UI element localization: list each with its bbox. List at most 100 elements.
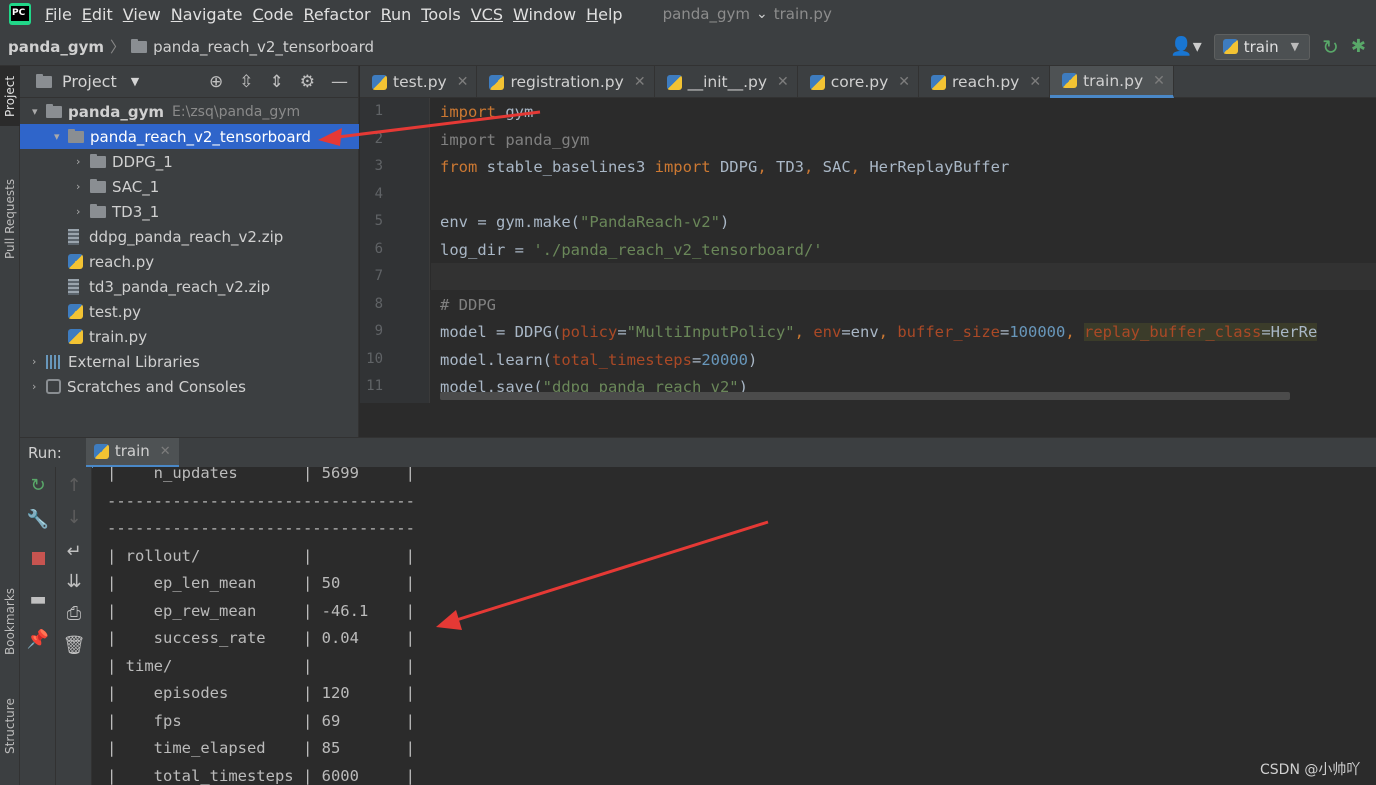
run-configuration-select[interactable]: train ▼: [1213, 33, 1311, 60]
chevron-down-icon[interactable]: ▾: [54, 130, 68, 143]
editor-tab-reach-py[interactable]: reach.py ✕: [919, 66, 1051, 98]
close-icon[interactable]: ✕: [634, 74, 646, 90]
run-console-output[interactable]: | n_updates | 5699 | --------------------…: [93, 467, 1376, 785]
current-line-highlight: [431, 263, 1376, 290]
project-panel-header: Project ▼ ⊕ ⇳ ⇕ ⚙ —: [20, 66, 358, 98]
tree-item-scratches-and-consoles[interactable]: › Scratches and Consoles: [20, 374, 359, 399]
expand-all-icon[interactable]: ⇳: [239, 72, 253, 92]
rerun-icon[interactable]: ↻: [20, 475, 56, 496]
console-line: | ep_rew_mean | -46.1 |: [107, 601, 415, 620]
rerun-icon[interactable]: ↻: [1322, 35, 1339, 59]
chevron-right-icon[interactable]: ›: [76, 180, 90, 193]
navbar-actions: 👤▾ train ▼ ↻ ✱: [1170, 33, 1366, 60]
menu-item-refactor[interactable]: Refactor: [303, 5, 370, 24]
code-line: model = DDPG(policy="MultiInputPolicy", …: [440, 323, 1318, 341]
hide-panel-icon[interactable]: —: [331, 72, 348, 92]
tree-item-panda-reach-v2-tensorboard[interactable]: ▾ panda_reach_v2_tensorboard: [20, 124, 359, 149]
close-icon[interactable]: ✕: [898, 74, 910, 90]
editor-tab-test-py[interactable]: test.py ✕: [360, 66, 478, 98]
tree-item-panda-gym[interactable]: ▾ panda_gym E:\zsq\panda_gym: [20, 99, 359, 124]
tree-item-train-py[interactable]: train.py: [20, 324, 359, 349]
line-number: 1: [374, 103, 383, 119]
scroll-to-end-icon[interactable]: ⇊: [56, 571, 92, 592]
editor-tab-registration-py[interactable]: registration.py ✕: [477, 66, 655, 98]
code-line: env = gym.make("PandaReach-v2"): [440, 213, 730, 231]
pycharm-logo-icon: [9, 3, 31, 25]
tree-item-external-libraries[interactable]: › External Libraries: [20, 349, 359, 374]
trash-icon[interactable]: 🗑: [56, 635, 92, 656]
code-line: # DDPG: [440, 295, 496, 314]
menu-item-help[interactable]: Help: [586, 5, 622, 24]
window-title-file: train.py: [773, 5, 832, 23]
project-panel-title[interactable]: Project: [62, 72, 117, 91]
user-icon[interactable]: 👤▾: [1170, 36, 1201, 57]
pin-icon[interactable]: 📌: [20, 629, 56, 650]
tree-item-reach-py[interactable]: reach.py: [20, 249, 359, 274]
menu-item-run[interactable]: Run: [381, 5, 412, 24]
chevron-right-icon[interactable]: ›: [32, 355, 46, 368]
tree-item-ddpg-panda-reach-v2-zip[interactable]: ddpg_panda_reach_v2.zip: [20, 224, 359, 249]
menu-item-vcs[interactable]: VCS: [471, 5, 503, 24]
menu-item-file[interactable]: File: [45, 5, 72, 24]
console-line: | ep_len_mean | 50 |: [107, 574, 415, 592]
soft-wrap-icon[interactable]: ↵: [56, 541, 92, 562]
locate-target-icon[interactable]: ⊕: [209, 72, 223, 92]
menu-item-window[interactable]: Window: [513, 5, 576, 24]
chevron-right-icon[interactable]: ›: [76, 155, 90, 168]
chevron-down-icon[interactable]: ⌄: [756, 6, 768, 22]
close-icon[interactable]: ✕: [777, 74, 789, 90]
tree-item-sac-1[interactable]: › SAC_1: [20, 174, 359, 199]
arrow-down-icon[interactable]: ↓: [56, 507, 92, 528]
layout-icon[interactable]: ▬: [20, 589, 56, 610]
arrow-up-icon[interactable]: ↑: [56, 475, 92, 496]
print-icon[interactable]: ⎙: [56, 603, 92, 624]
tool-window-tab-pull-requests[interactable]: Pull Requests: [0, 164, 20, 274]
tree-item-td3-1[interactable]: › TD3_1: [20, 199, 359, 224]
tool-window-tab-structure[interactable]: Structure: [0, 691, 20, 761]
close-icon[interactable]: ✕: [1153, 73, 1165, 89]
menu-item-tools[interactable]: Tools: [421, 5, 460, 24]
chevron-down-icon[interactable]: ▾: [32, 105, 46, 118]
horizontal-scrollbar[interactable]: [440, 392, 1290, 400]
close-icon[interactable]: ✕: [457, 74, 469, 90]
console-line: | total_timesteps | 6000 |: [107, 766, 415, 785]
breadcrumb-separator: 〉: [110, 38, 126, 56]
menu-item-view[interactable]: View: [123, 5, 161, 24]
editor-tab-label: core.py: [830, 73, 889, 91]
close-icon[interactable]: ✕: [160, 444, 171, 459]
chevron-down-icon[interactable]: ▼: [131, 75, 139, 88]
chevron-right-icon[interactable]: ›: [32, 380, 46, 393]
tree-item-label: td3_panda_reach_v2.zip: [89, 277, 271, 296]
tool-window-tab-project[interactable]: Project: [0, 66, 20, 126]
menu-item-edit[interactable]: Edit: [82, 5, 113, 24]
editor-tab-train-py[interactable]: train.py ✕: [1050, 66, 1174, 98]
breadcrumb-folder[interactable]: panda_reach_v2_tensorboard: [153, 38, 374, 56]
menu-item-navigate[interactable]: Navigate: [171, 5, 243, 24]
python-file-icon: [68, 254, 83, 269]
tree-item-td3-panda-reach-v2-zip[interactable]: td3_panda_reach_v2.zip: [20, 274, 359, 299]
collapse-all-icon[interactable]: ⇕: [270, 72, 284, 92]
library-icon: [46, 354, 62, 369]
stop-icon[interactable]: [20, 549, 56, 570]
tree-item-test-py[interactable]: test.py: [20, 299, 359, 324]
wrench-icon[interactable]: 🔧: [20, 509, 56, 530]
run-tab-train[interactable]: train ✕: [85, 437, 179, 468]
menu-item-code[interactable]: Code: [253, 5, 294, 24]
dropdown-arrow-icon: ▼: [1290, 40, 1300, 53]
code-editor[interactable]: import gym import panda_gym from stable_ba…: [431, 98, 1376, 403]
tree-item-ddpg-1[interactable]: › DDPG_1: [20, 149, 359, 174]
chevron-right-icon[interactable]: ›: [76, 205, 90, 218]
python-icon: [93, 443, 109, 459]
tool-window-tab-bookmarks[interactable]: Bookmarks: [0, 576, 20, 666]
debug-bug-icon[interactable]: ✱: [1351, 36, 1366, 57]
project-folder-icon: [36, 73, 52, 88]
close-icon[interactable]: ✕: [1029, 74, 1041, 90]
line-number: 5: [374, 213, 383, 229]
editor-tab-init-py[interactable]: __init__.py ✕: [655, 66, 798, 98]
left-tool-strip: Project Pull Requests Bookmarks Structur…: [0, 66, 20, 785]
breadcrumb-root[interactable]: panda_gym: [8, 38, 104, 56]
editor-tab-core-py[interactable]: core.py ✕: [798, 66, 919, 98]
gear-icon[interactable]: ⚙: [300, 72, 315, 92]
tree-item-label: ddpg_panda_reach_v2.zip: [89, 227, 284, 246]
tree-item-label: SAC_1: [112, 177, 160, 196]
